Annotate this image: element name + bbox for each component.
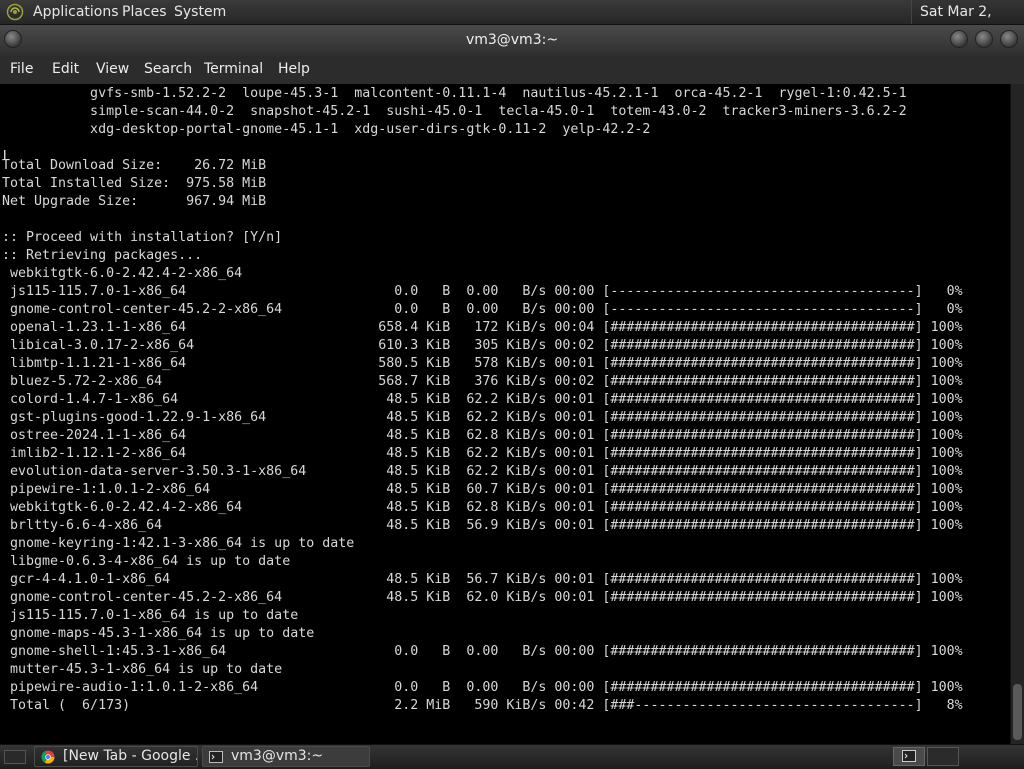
workspace-2-button[interactable] [927, 747, 959, 766]
text-cursor-icon: I [3, 148, 7, 162]
terminal-scrollbar[interactable] [1010, 84, 1024, 744]
task-terminal-label: vm3@vm3:~ [231, 748, 324, 764]
task-terminal[interactable]: vm3@vm3:~ [202, 746, 370, 767]
gnome-foot-icon[interactable] [6, 3, 24, 21]
menu-search[interactable]: Search [144, 61, 192, 77]
window-title: vm3@vm3:~ [465, 32, 559, 48]
menu-view[interactable]: View [96, 61, 129, 77]
places-menu[interactable]: Places [122, 4, 167, 20]
menu-terminal[interactable]: Terminal [204, 61, 263, 77]
workspace-switcher-icon[interactable] [893, 747, 925, 766]
scrollbar-thumb[interactable] [1013, 684, 1022, 740]
chrome-icon [41, 750, 55, 764]
system-menu[interactable]: System [174, 4, 226, 20]
applications-menu[interactable]: Applications [33, 4, 119, 20]
window-titlebar[interactable]: vm3@vm3:~ [0, 25, 1024, 56]
menu-edit[interactable]: Edit [52, 61, 79, 77]
task-chrome-label: [New Tab - Google ... [63, 748, 198, 764]
bottom-taskbar: [New Tab - Google ... vm3@vm3:~ [0, 744, 1024, 769]
show-desktop-button[interactable] [4, 750, 26, 764]
minimize-icon[interactable] [950, 30, 968, 48]
clock[interactable]: Sat Mar 2, 04:25 [911, 0, 1024, 44]
top-panel: Applications Places System Sat Mar 2, 04… [0, 0, 1024, 44]
close-icon[interactable] [1000, 30, 1018, 48]
terminal-text: gvfs-smb-1.52.2-2 loupe-45.3-1 malconten… [2, 86, 963, 713]
terminal-icon [209, 751, 223, 763]
menu-file[interactable]: File [10, 61, 33, 77]
maximize-icon[interactable] [975, 30, 993, 48]
terminal-menubar: File Edit View Search Terminal Help [0, 56, 1024, 84]
terminal-output[interactable]: gvfs-smb-1.52.2-2 loupe-45.3-1 malconten… [0, 84, 1010, 744]
menu-help[interactable]: Help [278, 61, 310, 77]
task-chrome[interactable]: [New Tab - Google ... [34, 746, 198, 767]
